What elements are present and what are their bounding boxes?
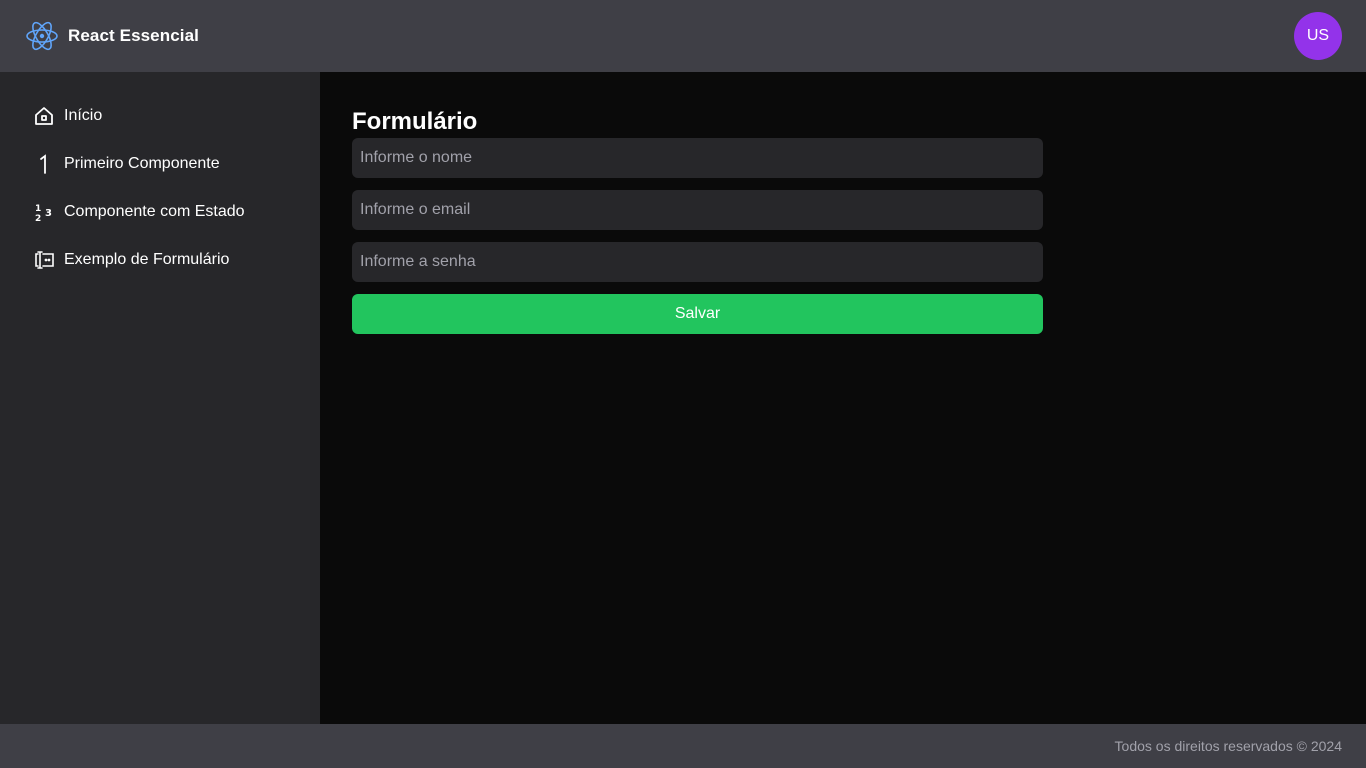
email-field[interactable]: [352, 190, 1043, 230]
sidebar-item-exemplo-de-formulario[interactable]: Exemplo de Formulário: [0, 236, 320, 284]
main-content: Formulário Salvar: [320, 72, 1366, 724]
svg-text:2: 2: [35, 214, 41, 223]
sidebar-item-label: Início: [64, 107, 103, 124]
sidebar-item-label: Exemplo de Formulário: [64, 251, 230, 268]
sidebar-item-componente-com-estado[interactable]: 1 2 3 Componente com Estado: [0, 188, 320, 236]
password-field[interactable]: [352, 242, 1043, 282]
user-avatar[interactable]: US: [1294, 12, 1342, 60]
react-atom-icon: [24, 18, 60, 54]
svg-text:3: 3: [45, 208, 52, 219]
svg-text:1: 1: [35, 204, 41, 214]
form-input-icon: [32, 248, 56, 272]
home-icon: [32, 104, 56, 128]
number-one-icon: [32, 152, 56, 176]
sidebar-item-inicio[interactable]: Início: [0, 92, 320, 140]
copyright-text: Todos os direitos reservados © 2024: [1114, 738, 1342, 754]
brand-title: React Essencial: [68, 26, 199, 45]
numbers-123-icon: 1 2 3: [32, 200, 56, 224]
sidebar-item-label: Componente com Estado: [64, 203, 245, 220]
app-header: React Essencial US: [0, 0, 1366, 72]
name-field[interactable]: [352, 138, 1043, 178]
sidebar: Início Primeiro Componente 1 2 3 Compone…: [0, 72, 320, 724]
app-footer: Todos os direitos reservados © 2024: [0, 724, 1366, 768]
sidebar-item-primeiro-componente[interactable]: Primeiro Componente: [0, 140, 320, 188]
save-button[interactable]: Salvar: [352, 294, 1043, 334]
sidebar-item-label: Primeiro Componente: [64, 155, 220, 172]
page-title: Formulário: [352, 108, 478, 135]
brand[interactable]: React Essencial: [24, 18, 199, 54]
user-form: Salvar: [352, 138, 1334, 334]
